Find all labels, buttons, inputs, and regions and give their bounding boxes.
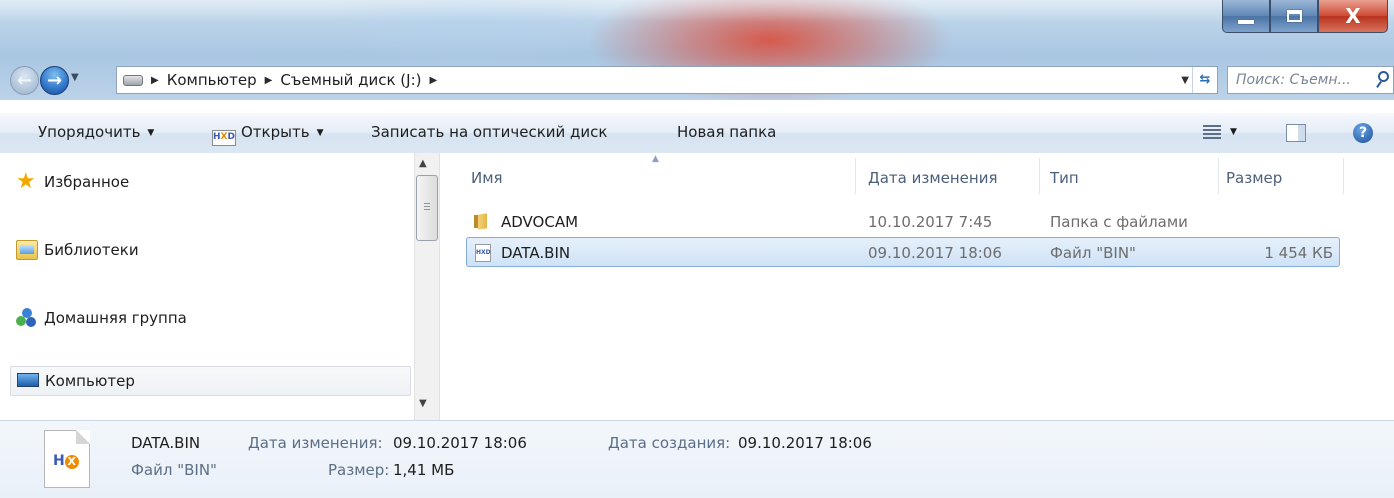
- column-divider[interactable]: [855, 158, 856, 194]
- command-bar: Упорядочить ▼ HXD Открыть ▼ Записать на опт…: [0, 112, 1394, 154]
- maximize-button[interactable]: [1270, 0, 1318, 33]
- nav-item-libraries[interactable]: Библиотеки: [16, 235, 411, 265]
- drive-icon: [123, 74, 143, 86]
- sort-ascending-icon: ▲: [652, 154, 659, 164]
- open-button[interactable]: HXD Открыть ▼: [212, 123, 323, 146]
- details-size-value: 1,41 МБ: [393, 461, 455, 479]
- scroll-grip-icon: [424, 203, 430, 211]
- table-row[interactable]: ADVOCAM 10.10.2017 7:45 Папка с файлами: [466, 207, 1340, 237]
- scroll-down-arrow-icon[interactable]: ▼: [419, 398, 427, 409]
- file-name: DATA.BIN: [501, 244, 571, 262]
- organize-button[interactable]: Упорядочить ▼: [38, 123, 154, 141]
- breadcrumb-arrow-icon[interactable]: ▶: [265, 75, 273, 86]
- column-header-modified[interactable]: Дата изменения: [868, 169, 998, 187]
- star-icon: ★: [16, 169, 36, 194]
- chevron-down-icon: ▼: [147, 128, 155, 138]
- column-header-size[interactable]: Размер: [1226, 169, 1282, 187]
- nav-item-label: Избранное: [44, 173, 130, 191]
- refresh-icon: ⇆: [1199, 72, 1211, 87]
- details-modified-label: Дата изменения:: [248, 434, 383, 452]
- file-list: Имя Дата изменения Тип Размер: [440, 153, 1394, 420]
- column-divider[interactable]: [1039, 158, 1040, 194]
- breadcrumb-arrow-icon[interactable]: ▶: [429, 75, 437, 86]
- details-created-value: 09.10.2017 18:06: [738, 434, 872, 452]
- column-header-name[interactable]: Имя: [471, 169, 503, 187]
- close-button[interactable]: X: [1318, 0, 1388, 33]
- open-label: Открыть: [241, 123, 310, 141]
- breadcrumb-arrow-icon[interactable]: ▶: [151, 75, 159, 86]
- search-placeholder: Поиск: Съемн...: [1236, 72, 1351, 88]
- computer-icon: [17, 373, 39, 387]
- search-icon[interactable]: [1378, 71, 1389, 82]
- back-arrow-icon: ←: [16, 70, 33, 91]
- forward-arrow-icon: →: [46, 70, 63, 91]
- minimize-button[interactable]: [1222, 0, 1270, 33]
- file-modified: 09.10.2017 18:06: [868, 244, 1002, 262]
- maximize-icon: [1286, 10, 1302, 22]
- folder-icon: [474, 214, 490, 229]
- details-file-type: Файл "BIN": [131, 461, 217, 479]
- address-bar[interactable]: ▶ Компьютер ▶ Съемный диск (J:) ▶ ▼ ⇆: [116, 66, 1218, 94]
- forward-button[interactable]: →: [40, 66, 69, 95]
- breadcrumb-removable-disk[interactable]: Съемный диск (J:): [280, 71, 421, 89]
- details-file-name: DATA.BIN: [131, 434, 201, 452]
- search-input[interactable]: Поиск: Съемн...: [1227, 66, 1394, 94]
- column-divider[interactable]: [1343, 158, 1344, 194]
- file-modified: 10.10.2017 7:45: [868, 213, 993, 231]
- recent-pages-dropdown[interactable]: ▼: [71, 72, 79, 83]
- file-size: 1 454 КБ: [1264, 244, 1333, 262]
- file-name: ADVOCAM: [501, 213, 579, 231]
- column-divider[interactable]: [1218, 158, 1219, 194]
- details-modified-value: 09.10.2017 18:06: [393, 434, 527, 452]
- file-type: Папка с файлами: [1050, 213, 1188, 231]
- table-row[interactable]: HXD DATA.BIN 09.10.2017 18:06 Файл "BIN"…: [466, 237, 1340, 267]
- refresh-button[interactable]: ⇆: [1192, 67, 1217, 93]
- nav-item-label: Домашняя группа: [44, 309, 187, 327]
- minimize-icon: [1238, 20, 1254, 24]
- hxd-file-icon: HXD: [475, 244, 491, 262]
- column-header-type[interactable]: Тип: [1050, 169, 1079, 187]
- close-icon: X: [1345, 4, 1361, 28]
- scroll-up-arrow-icon[interactable]: ▲: [419, 158, 427, 169]
- burn-to-disc-button[interactable]: Записать на оптический диск: [371, 123, 607, 141]
- nav-item-computer[interactable]: Компьютер: [10, 366, 411, 396]
- nav-item-label: Библиотеки: [44, 241, 139, 259]
- organize-label: Упорядочить: [38, 123, 141, 141]
- help-icon[interactable]: ?: [1353, 123, 1373, 143]
- preview-pane-icon[interactable]: [1286, 124, 1306, 142]
- details-created-label: Дата создания:: [608, 434, 731, 452]
- hxd-app-icon: HXD: [212, 130, 236, 146]
- file-type: Файл "BIN": [1050, 244, 1136, 262]
- chevron-down-icon: ▼: [316, 128, 324, 138]
- breadcrumb-computer[interactable]: Компьютер: [167, 71, 257, 89]
- hxd-file-large-icon: HX: [38, 430, 96, 490]
- chevron-down-icon[interactable]: ▼: [1230, 127, 1237, 137]
- nav-item-homegroup[interactable]: Домашняя группа: [16, 303, 411, 333]
- nav-item-label: Компьютер: [45, 372, 135, 390]
- address-history-dropdown[interactable]: ▼: [1181, 75, 1189, 86]
- back-button[interactable]: ←: [10, 66, 39, 95]
- libraries-icon: [16, 240, 38, 260]
- details-pane: [0, 420, 1394, 498]
- homegroup-icon: [16, 308, 38, 328]
- new-folder-button[interactable]: Новая папка: [677, 123, 776, 141]
- nav-item-favorites[interactable]: ★ Избранное: [16, 167, 411, 197]
- details-size-label: Размер:: [328, 461, 390, 479]
- views-icon[interactable]: [1203, 125, 1221, 141]
